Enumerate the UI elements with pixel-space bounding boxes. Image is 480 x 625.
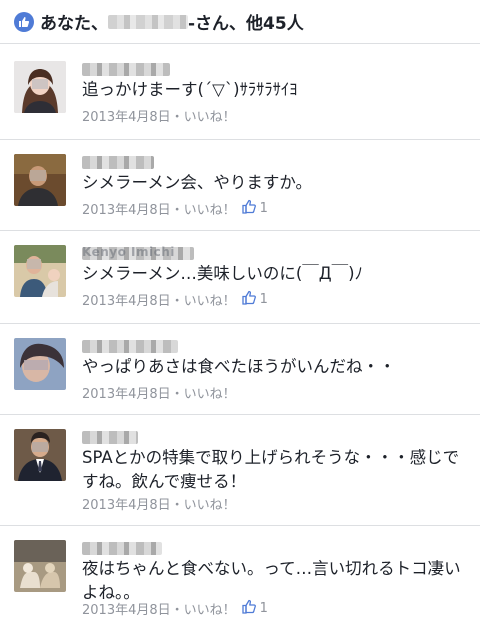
like-link[interactable]: いいね！ — [184, 106, 236, 125]
commenter-name-redacted — [82, 63, 170, 76]
commenter-name-redacted — [82, 340, 178, 353]
comment-meta: 2013年4月8日 ・ いいね！ — [82, 494, 236, 513]
comment-item: シメラーメン…美味しいのに(￣Д￣)ﾉ 2013年4月8日 ・ いいね！ 1 — [0, 231, 480, 324]
meta-separator: ・ — [170, 203, 184, 218]
comment-date: 2013年4月8日 — [82, 603, 171, 618]
meta-separator: ・ — [170, 603, 184, 618]
comment-text: やっぱりあさは食べたほうがいんだね・・ — [82, 357, 396, 376]
comment-text: シメラーメン会、やりますか。 — [82, 173, 313, 192]
commenter-avatar[interactable] — [14, 245, 66, 297]
likes-summary-header[interactable]: あなた、 -さん、他45人 — [0, 0, 480, 44]
commenter-name-redacted — [82, 542, 162, 555]
comment-item: SPAとかの特集で取り上げられそうな・・・感じですね。飲んで痩せる！ 2013年… — [0, 415, 480, 526]
comment-text: 夜はちゃんと食べない。って…言い切れるトコ凄いよね。。 — [82, 559, 461, 602]
meta-separator: ・ — [170, 110, 184, 125]
commenter-avatar[interactable] — [14, 154, 66, 206]
like-thumb-icon — [242, 290, 257, 309]
redacted-name — [108, 14, 188, 29]
comment-item: やっぱりあさは食べたほうがいんだね・・ 2013年4月8日 ・ いいね！ — [0, 324, 480, 415]
commenter-avatar[interactable] — [14, 338, 66, 390]
meta-separator: ・ — [170, 387, 184, 402]
comment-text: シメラーメン…美味しいのに(￣Д￣)ﾉ — [82, 264, 363, 283]
commenter-name-redacted — [82, 156, 154, 169]
like-link[interactable]: いいね！ — [184, 199, 236, 218]
comment-item: シメラーメン会、やりますか。 2013年4月8日 ・ いいね！ 1 — [0, 140, 480, 231]
commenter-avatar[interactable] — [14, 429, 66, 481]
comment-text: 追っかけまーす(´▽`)ｻﾗｻﾗｻｲﾖ — [82, 80, 298, 99]
like-count: 1 — [259, 292, 268, 307]
comment-meta: 2013年4月8日 ・ いいね！ 1 — [82, 599, 268, 618]
likes-summary-text: あなた、 -さん、他45人 — [40, 9, 304, 34]
like-link[interactable]: いいね！ — [184, 599, 236, 618]
comment-item: 追っかけまーす(´▽`)ｻﾗｻﾗｻｲﾖ 2013年4月8日 ・ いいね！ — [0, 47, 480, 140]
comment-meta: 2013年4月8日 ・ いいね！ 1 — [82, 290, 268, 309]
commenter-avatar[interactable] — [14, 61, 66, 113]
meta-separator: ・ — [170, 498, 184, 513]
commenter-name-redacted — [82, 431, 138, 444]
like-link[interactable]: いいね！ — [184, 494, 236, 513]
comment-meta: 2013年4月8日 ・ いいね！ 1 — [82, 199, 268, 218]
comment-item: 夜はちゃんと食べない。って…言い切れるトコ凄いよね。。 2013年4月8日 ・ … — [0, 526, 480, 625]
likes-prefix: あなた、 — [40, 14, 108, 34]
comment-date: 2013年4月8日 — [82, 203, 171, 218]
like-thumb-icon — [242, 599, 257, 618]
like-link[interactable]: いいね！ — [184, 290, 236, 309]
meta-separator: ・ — [170, 294, 184, 309]
comment-date: 2013年4月8日 — [82, 294, 171, 309]
like-count: 1 — [259, 201, 268, 216]
comment-date: 2013年4月8日 — [82, 110, 171, 125]
like-thumb-icon — [14, 11, 34, 32]
comment-meta: 2013年4月8日 ・ いいね！ — [82, 383, 236, 402]
comment-meta: 2013年4月8日 ・ いいね！ — [82, 106, 236, 125]
comment-text: SPAとかの特集で取り上げられそうな・・・感じですね。飲んで痩せる！ — [82, 448, 460, 491]
commenter-avatar[interactable] — [14, 540, 66, 592]
comment-date: 2013年4月8日 — [82, 498, 171, 513]
like-count: 1 — [259, 601, 268, 616]
like-link[interactable]: いいね！ — [184, 383, 236, 402]
like-thumb-icon — [242, 199, 257, 218]
likes-suffix: -さん、他45人 — [188, 14, 304, 34]
commenter-name: Kenyo Imichi — [82, 245, 175, 259]
comment-date: 2013年4月8日 — [82, 387, 171, 402]
